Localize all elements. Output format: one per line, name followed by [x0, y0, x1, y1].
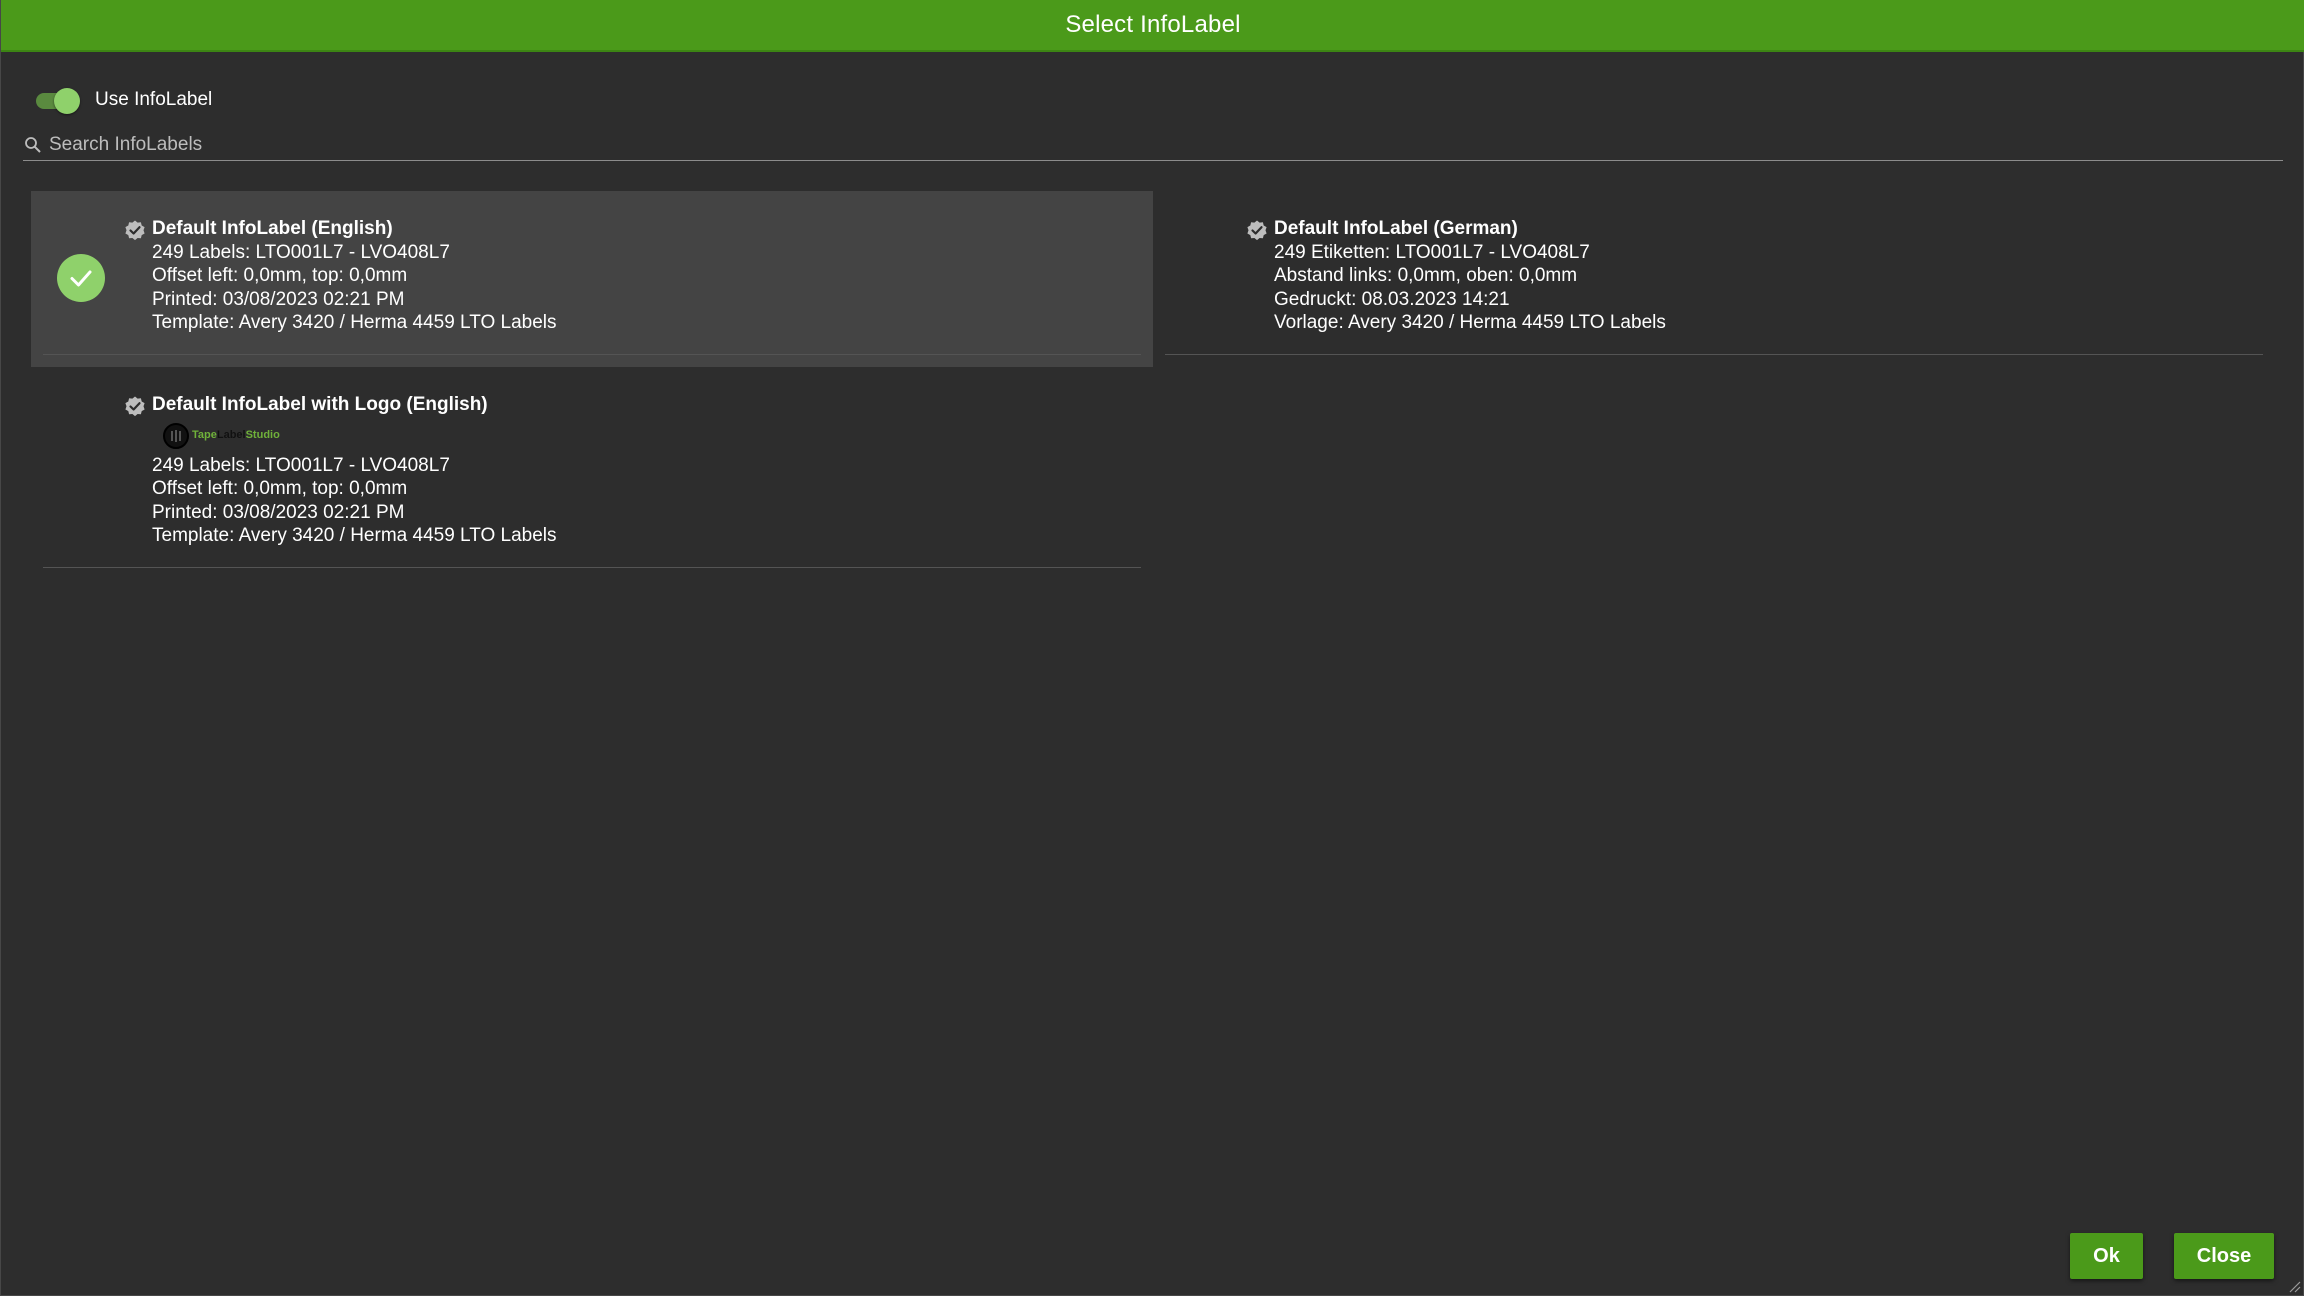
infolabel-template-line: Template: Avery 3420 / Herma 4459 LTO La… — [152, 525, 557, 546]
toggle-knob — [54, 88, 80, 114]
logo-text-label: Label — [216, 429, 246, 441]
infolabel-offset-line: Offset left: 0,0mm, top: 0,0mm — [152, 478, 408, 499]
card-divider — [43, 567, 1141, 568]
infolabel-details: Default InfoLabel (German) 249 Etiketten… — [1274, 217, 1666, 335]
search-input[interactable] — [49, 134, 2283, 156]
title-bar: Select InfoLabel — [1, 0, 2304, 52]
infolabel-offset-line: Offset left: 0,0mm, top: 0,0mm — [152, 265, 408, 286]
tape-reel-icon — [163, 422, 189, 449]
logo-text-tape: Tape — [192, 429, 217, 441]
verified-badge-icon — [123, 394, 147, 418]
infolabel-printed-line: Gedruckt: 08.03.2023 14:21 — [1274, 288, 1510, 310]
infolabel-card-german[interactable]: Default InfoLabel (German) 249 Etiketten… — [1153, 191, 2275, 367]
infolabel-card-english[interactable]: Default InfoLabel (English) 249 Labels: … — [31, 191, 1153, 367]
verified-badge-icon — [1245, 218, 1269, 242]
close-button[interactable]: Close — [2174, 1233, 2274, 1279]
infolabel-printed-line: Printed: 03/08/2023 02:21 PM — [152, 288, 405, 310]
dialog-title: Select InfoLabel — [1065, 11, 1241, 38]
use-infolabel-label: Use InfoLabel — [95, 89, 213, 110]
infolabel-count-line: 249 Labels: LTO001L7 - LVO408L7 — [152, 454, 450, 476]
infolabel-count-line: 249 Labels: LTO001L7 - LVO408L7 — [152, 241, 450, 263]
infolabel-offset-line: Abstand links: 0,0mm, oben: 0,0mm — [1274, 265, 1578, 286]
logo-wordmark: TapeLabelStudio — [192, 430, 280, 441]
infolabel-details: Default InfoLabel (English) 249 Labels: … — [152, 217, 557, 335]
resize-grip-icon[interactable] — [2287, 1279, 2301, 1293]
infolabel-template-line: Template: Avery 3420 / Herma 4459 LTO La… — [152, 312, 557, 333]
infolabel-count-line: 249 Etiketten: LTO001L7 - LVO408L7 — [1274, 241, 1590, 263]
card-divider — [43, 354, 1141, 355]
infolabel-card-logo-english[interactable]: Default InfoLabel with Logo (English) Ta… — [31, 367, 1153, 580]
verified-badge-icon — [123, 218, 147, 242]
infolabel-template-line: Vorlage: Avery 3420 / Herma 4459 LTO Lab… — [1274, 312, 1666, 333]
use-infolabel-toggle[interactable] — [34, 84, 82, 116]
infolabel-dialog: Select InfoLabel Use InfoLabel Search In… — [0, 0, 2304, 1296]
search-bar — [23, 130, 2283, 161]
selected-check-icon — [57, 254, 105, 302]
use-infolabel-row: Use InfoLabel — [34, 84, 212, 116]
infolabel-name: Default InfoLabel (English) — [152, 218, 393, 239]
search-icon — [23, 135, 43, 155]
ok-button[interactable]: Ok — [2070, 1233, 2143, 1279]
card-divider — [1165, 354, 2263, 355]
tapelabelstudio-logo: TapeLabelStudio — [163, 418, 557, 454]
logo-text-studio: Studio — [245, 429, 280, 441]
infolabel-printed-line: Printed: 03/08/2023 02:21 PM — [152, 501, 405, 523]
infolabel-details: Default InfoLabel with Logo (English) Ta… — [152, 393, 557, 548]
infolabel-name: Default InfoLabel (German) — [1274, 218, 1518, 239]
infolabel-name: Default InfoLabel with Logo (English) — [152, 394, 488, 415]
